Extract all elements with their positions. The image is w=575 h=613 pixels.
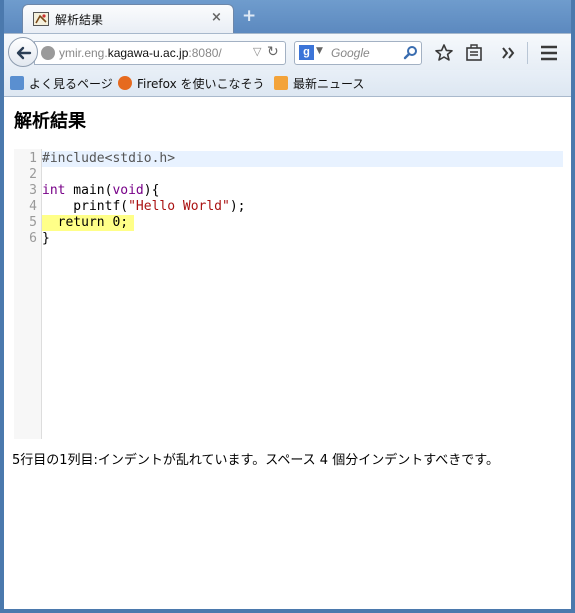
line-number: 3	[29, 183, 37, 198]
string-token: "Hello World"	[128, 199, 230, 214]
bookmarks-toolbar: よく見るページ Firefox を使いこなそう 最新ニュース	[4, 70, 571, 97]
code-token: printf(	[42, 199, 129, 214]
line-number: 4	[29, 199, 37, 214]
hamburger-menu-icon[interactable]	[539, 43, 559, 63]
new-tab-icon[interactable]: +	[242, 6, 256, 26]
url-dropdown-icon[interactable]: ▽	[253, 45, 261, 58]
bookmark-latest-news[interactable]: 最新ニュース	[274, 75, 364, 92]
analysis-message: 5行目の1列目:インデントが乱れています。スペース 4 個分インデントすべきです…	[12, 453, 499, 468]
keyword-token: void	[112, 183, 144, 198]
bookmark-star-icon[interactable]	[434, 43, 454, 63]
toolbar-separator	[527, 42, 528, 64]
code-line-5: return 0;	[42, 215, 129, 230]
back-arrow-icon	[16, 46, 32, 60]
tab-analysis-result[interactable]: 解析結果 ×	[22, 4, 234, 33]
url-bar[interactable]: ymir.eng.kagawa-u.ac.jp:8080/ ▽ ↻	[34, 41, 286, 65]
bookmark-label: Firefox を使いこなそう	[137, 77, 265, 91]
url-suffix: :8080/	[188, 46, 222, 60]
window-frame-right	[571, 0, 575, 613]
page-content: 解析結果 1 2 3 4 5 6 #include<stdio.h> int m…	[4, 97, 571, 609]
navigation-bar: ymir.eng.kagawa-u.ac.jp:8080/ ▽ ↻ g ▼ Go…	[4, 33, 571, 71]
code-line-1: #include<stdio.h>	[42, 151, 176, 166]
search-bar[interactable]: g ▼ Google	[294, 41, 422, 65]
window-frame-bottom	[0, 609, 575, 613]
search-engine-dropdown-icon[interactable]: ▼	[316, 46, 323, 56]
url-prefix: ymir.eng.	[59, 46, 108, 60]
search-icon[interactable]	[403, 44, 419, 62]
globe-icon	[41, 46, 55, 60]
code-line-3: int main(void){	[42, 183, 159, 199]
code-token: main(	[65, 183, 113, 198]
bookmark-firefox-tips[interactable]: Firefox を使いこなそう	[118, 75, 265, 92]
overflow-chevron-icon[interactable]	[501, 43, 517, 63]
url-host: kagawa-u.ac.jp	[107, 46, 189, 60]
code-editor[interactable]: 1 2 3 4 5 6 #include<stdio.h> int main(v…	[14, 149, 563, 439]
search-placeholder: Google	[331, 46, 370, 60]
code-line-6: }	[42, 231, 50, 246]
bookmarks-menu-icon[interactable]	[465, 43, 483, 63]
bookmark-most-visited[interactable]: よく見るページ	[10, 75, 113, 92]
line-number: 2	[29, 167, 37, 182]
tab-close-icon[interactable]: ×	[211, 10, 222, 25]
tab-strip: 解析結果 × +	[4, 0, 571, 33]
firefox-icon	[118, 76, 132, 90]
code-token: );	[229, 199, 246, 214]
tab-title: 解析結果	[55, 13, 104, 27]
google-icon[interactable]: g	[299, 45, 314, 60]
bookmark-label: よく見るページ	[29, 77, 113, 91]
line-number: 5	[29, 215, 37, 230]
page-favicon-icon	[33, 12, 49, 26]
line-number: 1	[29, 151, 37, 166]
reload-icon[interactable]: ↻	[267, 44, 279, 60]
line-number: 6	[29, 231, 37, 246]
back-button[interactable]	[8, 37, 38, 67]
bookmark-label: 最新ニュース	[293, 77, 365, 91]
code-line-4: printf("Hello World");	[42, 199, 246, 215]
page-title: 解析結果	[14, 111, 86, 132]
keyword-token: int	[42, 183, 66, 198]
most-visited-icon	[10, 76, 24, 90]
code-token: ){	[143, 183, 160, 198]
url-text: ymir.eng.kagawa-u.ac.jp:8080/	[59, 46, 249, 60]
rss-icon	[274, 76, 288, 90]
